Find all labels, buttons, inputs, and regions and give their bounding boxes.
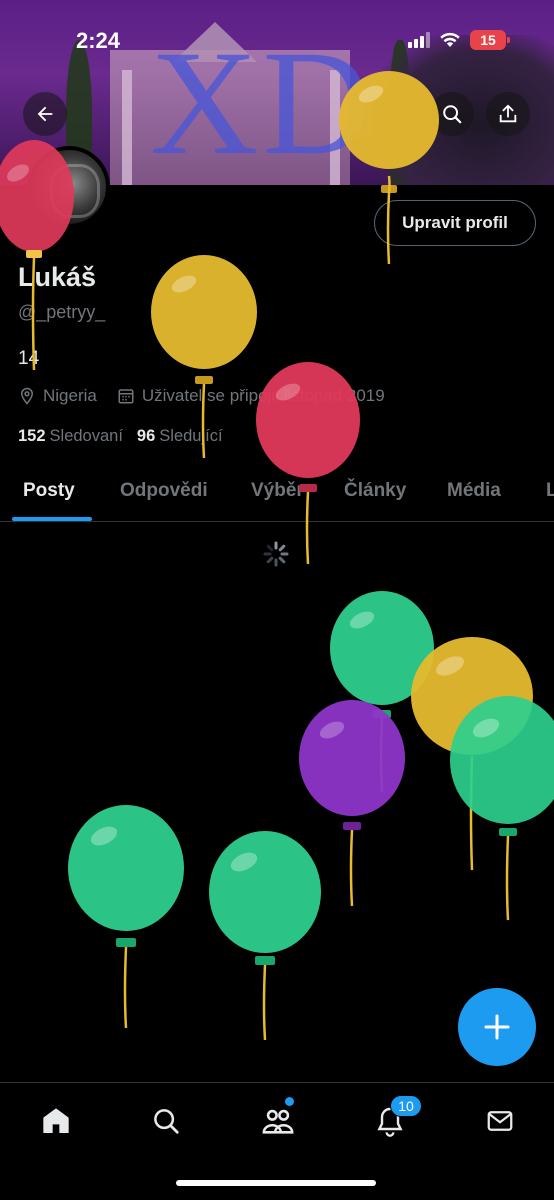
compose-button[interactable] <box>458 988 536 1066</box>
nav-communities[interactable] <box>256 1099 300 1143</box>
home-indicator <box>176 1180 376 1186</box>
tab-replies[interactable]: Odpovědi <box>120 480 208 502</box>
tab-posts[interactable]: Posty <box>23 480 75 502</box>
status-icons: 15 <box>408 30 510 50</box>
search-icon <box>443 105 462 124</box>
search-icon <box>154 1109 179 1134</box>
location-text: Nigeria <box>43 386 97 405</box>
share-button[interactable] <box>486 92 530 136</box>
location-pin-icon <box>20 387 34 405</box>
calendar-icon <box>118 389 134 404</box>
following-count: 152 <box>18 427 46 445</box>
nav-search[interactable] <box>144 1099 188 1143</box>
nav-messages[interactable] <box>478 1099 522 1143</box>
following-link[interactable]: 152 Sledovaní <box>18 427 123 446</box>
balloon-icon <box>0 140 74 371</box>
signal-icon <box>408 32 430 48</box>
battery-indicator: 15 <box>470 30 510 50</box>
home-icon <box>43 1108 69 1133</box>
location-item: Nigeria <box>18 386 97 406</box>
messages-icon <box>487 1111 513 1131</box>
active-tab-indicator <box>12 517 92 521</box>
banner-column <box>122 70 132 185</box>
back-button[interactable] <box>23 92 67 136</box>
tab-media[interactable]: Média <box>447 480 501 502</box>
wifi-icon <box>440 32 460 47</box>
communities-icon <box>262 1109 294 1134</box>
notifications-badge: 10 <box>390 1095 422 1117</box>
following-label: Sledovaní <box>49 427 123 445</box>
arrow-left-icon <box>37 106 53 122</box>
plus-icon <box>484 1014 510 1040</box>
balloon-icon <box>209 831 321 1041</box>
balloon-icon <box>151 255 257 459</box>
balloon-icon <box>68 805 184 1029</box>
tab-likes[interactable]: L <box>546 480 554 502</box>
balloon-icon <box>339 71 439 265</box>
nav-home[interactable] <box>34 1099 78 1143</box>
balloon-icon <box>256 362 360 565</box>
share-icon <box>499 104 517 123</box>
communities-dot <box>285 1097 294 1106</box>
status-time: 2:24 <box>76 28 121 53</box>
balloon-icon <box>450 696 554 921</box>
